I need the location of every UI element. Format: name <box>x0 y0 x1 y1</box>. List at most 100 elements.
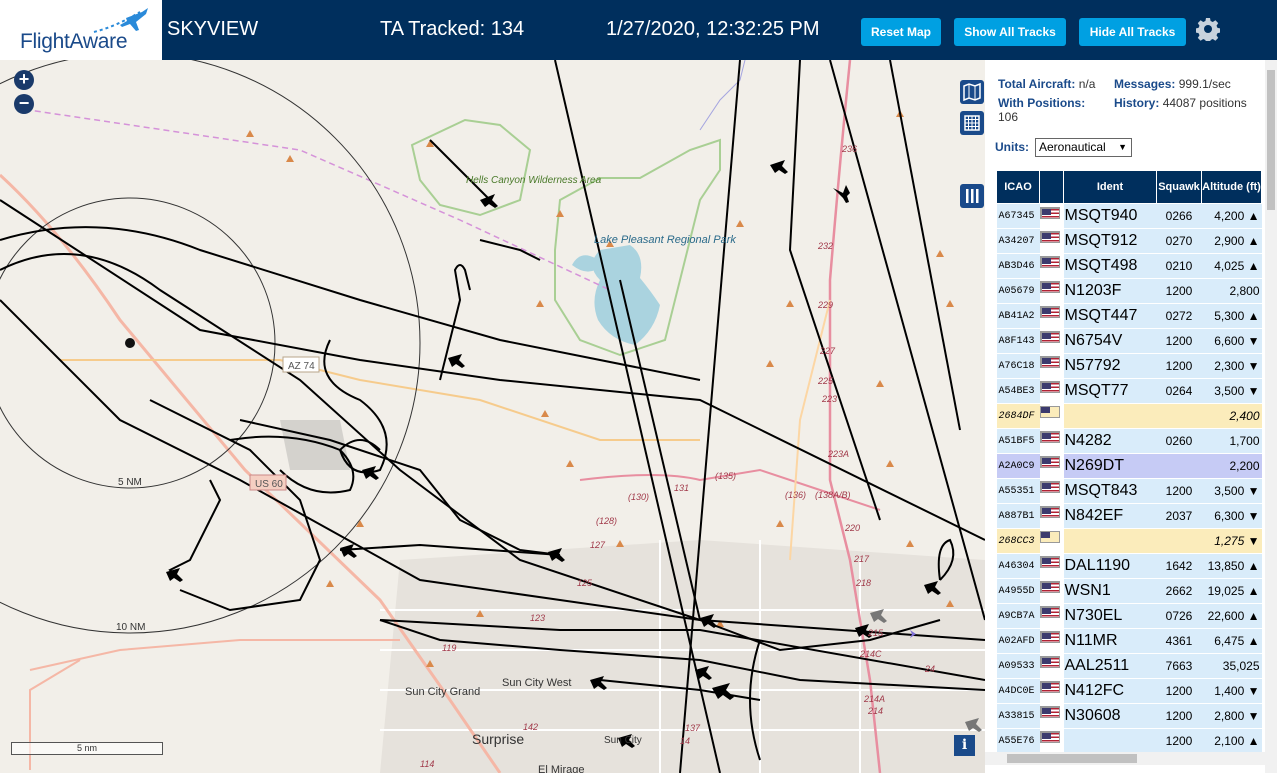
flag-cell <box>1039 331 1060 344</box>
table-row[interactable]: A02AFD N11MR 4361 6,475 ▲ <box>996 628 1262 654</box>
svg-text:220: 220 <box>844 523 860 533</box>
svg-text:229: 229 <box>817 300 833 310</box>
table-row[interactable]: A34207 MSQT912 0270 2,900 ▲ <box>996 228 1262 254</box>
table-row[interactable]: A55E76 1200 2,100 ▲ <box>996 728 1262 754</box>
settings-gear-icon[interactable] <box>1196 17 1220 41</box>
altitude-cell: 2,800 ▼ <box>1201 703 1262 729</box>
tracked-count: TA Tracked: 134 <box>380 18 525 40</box>
info-button[interactable]: i <box>954 735 975 756</box>
squawk-cell: 0726 <box>1156 603 1202 629</box>
column-header-icao[interactable]: ICAO <box>996 170 1040 204</box>
flag-cell <box>1039 406 1060 419</box>
scale-bar: 5 nm <box>11 742 163 755</box>
column-header-flag[interactable] <box>1039 170 1064 204</box>
table-header-row: ICAO Ident Squawk Altitude (ft) <box>996 170 1262 204</box>
svg-text:227: 227 <box>819 346 836 356</box>
zoom-in-button[interactable]: + <box>14 70 34 90</box>
us-flag-icon <box>1040 657 1059 668</box>
table-row[interactable]: AB3D46 MSQT498 0210 4,025 ▲ <box>996 253 1262 279</box>
panel-vertical-scrollbar[interactable] <box>1265 60 1277 773</box>
squawk-cell: 0266 <box>1156 203 1202 229</box>
flight-map[interactable]: Hells Canyon Wilderness Area Lake Pleasa… <box>0 60 985 773</box>
aircraft-table-wrap[interactable]: ICAO Ident Squawk Altitude (ft) A67345 MS… <box>996 170 1263 755</box>
table-row[interactable]: A4DC0E N412FC 1200 1,400 ▼ <box>996 678 1262 704</box>
altitude-cell: 4,025 ▲ <box>1201 253 1262 279</box>
hide-all-tracks-button[interactable]: Hide All Tracks <box>1079 18 1186 46</box>
svg-text:5 NM: 5 NM <box>118 477 142 488</box>
flag-cell <box>1039 481 1060 494</box>
squawk-cell: 1642 <box>1156 553 1202 579</box>
icao-cell: A02AFD <box>996 628 1040 654</box>
svg-text:10 NM: 10 NM <box>116 622 145 633</box>
flag-cell <box>1039 556 1060 569</box>
svg-text:119: 119 <box>442 643 456 653</box>
table-row[interactable]: A76C18 N57792 1200 2,300 ▼ <box>996 353 1262 379</box>
icao-cell: A67345 <box>996 203 1040 229</box>
ident-cell: MSQT447 <box>1063 303 1157 329</box>
icao-cell: A9CB7A <box>996 603 1040 629</box>
icao-cell: A55E76 <box>996 728 1040 754</box>
svg-text:El Mirage: El Mirage <box>538 764 584 773</box>
us-flag-icon <box>1040 382 1059 393</box>
svg-text:123: 123 <box>530 613 545 623</box>
svg-text:14: 14 <box>680 736 690 746</box>
table-row[interactable]: A33815 N30608 1200 2,800 ▼ <box>996 703 1262 729</box>
messages-label: Messages: <box>1114 77 1176 91</box>
ident-cell: N730EL <box>1063 603 1157 629</box>
svg-text:232: 232 <box>817 241 833 251</box>
toggle-panel-button[interactable] <box>960 184 984 208</box>
icao-cell: A887B1 <box>996 503 1040 529</box>
svg-text:223: 223 <box>821 394 837 404</box>
table-row[interactable]: A09533 AAL2511 7663 35,025 <box>996 653 1262 679</box>
zoom-out-button[interactable]: − <box>14 94 34 114</box>
squawk-cell <box>1156 403 1202 429</box>
svg-text:223A: 223A <box>827 449 849 459</box>
with-positions-value: 106 <box>998 110 1019 124</box>
ident-cell: N1203F <box>1063 278 1157 304</box>
column-header-ident[interactable]: Ident <box>1063 170 1157 204</box>
ident-cell <box>1063 528 1157 554</box>
messages-value: 999.1/sec <box>1178 77 1231 91</box>
us-flag-icon <box>1040 282 1059 293</box>
table-row[interactable]: A51BF5 N4282 0260 1,700 <box>996 428 1262 454</box>
table-row[interactable]: A46304 DAL1190 1642 13,850 ▲ <box>996 553 1262 579</box>
aircraft-table-body: A67345 MSQT940 0266 4,200 ▲ A34207 MSQT912 027… <box>996 203 1262 755</box>
table-row[interactable]: AB41A2 MSQT447 0272 5,300 ▲ <box>996 303 1262 329</box>
map-layers-button[interactable] <box>960 80 984 104</box>
us-flag-icon <box>1040 482 1059 493</box>
panel-horizontal-scrollbar[interactable] <box>985 752 1265 765</box>
table-row[interactable]: 268CC3 1,275 ▼ <box>996 528 1262 554</box>
scrollbar-thumb[interactable] <box>1267 70 1275 210</box>
svg-text:Sun City: Sun City <box>604 735 642 746</box>
reset-map-button[interactable]: Reset Map <box>861 18 941 46</box>
icao-cell: A4955D <box>996 578 1040 604</box>
column-header-squawk[interactable]: Squawk <box>1156 170 1202 204</box>
ident-cell <box>1063 728 1157 754</box>
table-row[interactable]: 2684DF 2,400 <box>996 403 1262 429</box>
table-row[interactable]: A8F143 N6754V 1200 6,600 ▼ <box>996 328 1262 354</box>
units-select[interactable]: Aeronautical ▼ <box>1035 138 1132 157</box>
table-row[interactable]: A887B1 N842EF 2037 6,300 ▼ <box>996 503 1262 529</box>
scrollbar-thumb[interactable] <box>1007 754 1137 763</box>
map-basemap[interactable]: Hells Canyon Wilderness Area Lake Pleasa… <box>0 60 985 773</box>
squawk-cell: 0270 <box>1156 228 1202 254</box>
flag-cell <box>1039 531 1060 544</box>
show-all-tracks-button[interactable]: Show All Tracks <box>954 18 1066 46</box>
ident-cell: MSQT912 <box>1063 228 1157 254</box>
total-aircraft-value: n/a <box>1078 77 1096 91</box>
table-row[interactable]: A05679 N1203F 1200 2,800 <box>996 278 1262 304</box>
table-row[interactable]: A9CB7A N730EL 0726 22,600 ▲ <box>996 603 1262 629</box>
altitude-cell: 1,700 <box>1201 428 1262 454</box>
table-row[interactable]: A4955D WSN1 2662 19,025 ▲ <box>996 578 1262 604</box>
table-row[interactable]: A55351 MSQT843 1200 3,500 ▼ <box>996 478 1262 504</box>
column-header-altitude[interactable]: Altitude (ft) <box>1201 170 1262 204</box>
svg-text:(135): (135) <box>715 471 736 481</box>
svg-text:236: 236 <box>841 144 857 154</box>
table-row[interactable]: A54BE3 MSQT77 0264 3,500 ▼ <box>996 378 1262 404</box>
altitude-cell: 22,600 ▲ <box>1201 603 1262 629</box>
table-row[interactable]: A2A0C9 N269DT 2,200 <box>996 453 1262 479</box>
flightaware-logo[interactable]: FlightAware <box>0 0 162 60</box>
units-label: Units: <box>995 140 1029 154</box>
grid-toggle-button[interactable] <box>960 111 984 135</box>
table-row[interactable]: A67345 MSQT940 0266 4,200 ▲ <box>996 203 1262 229</box>
